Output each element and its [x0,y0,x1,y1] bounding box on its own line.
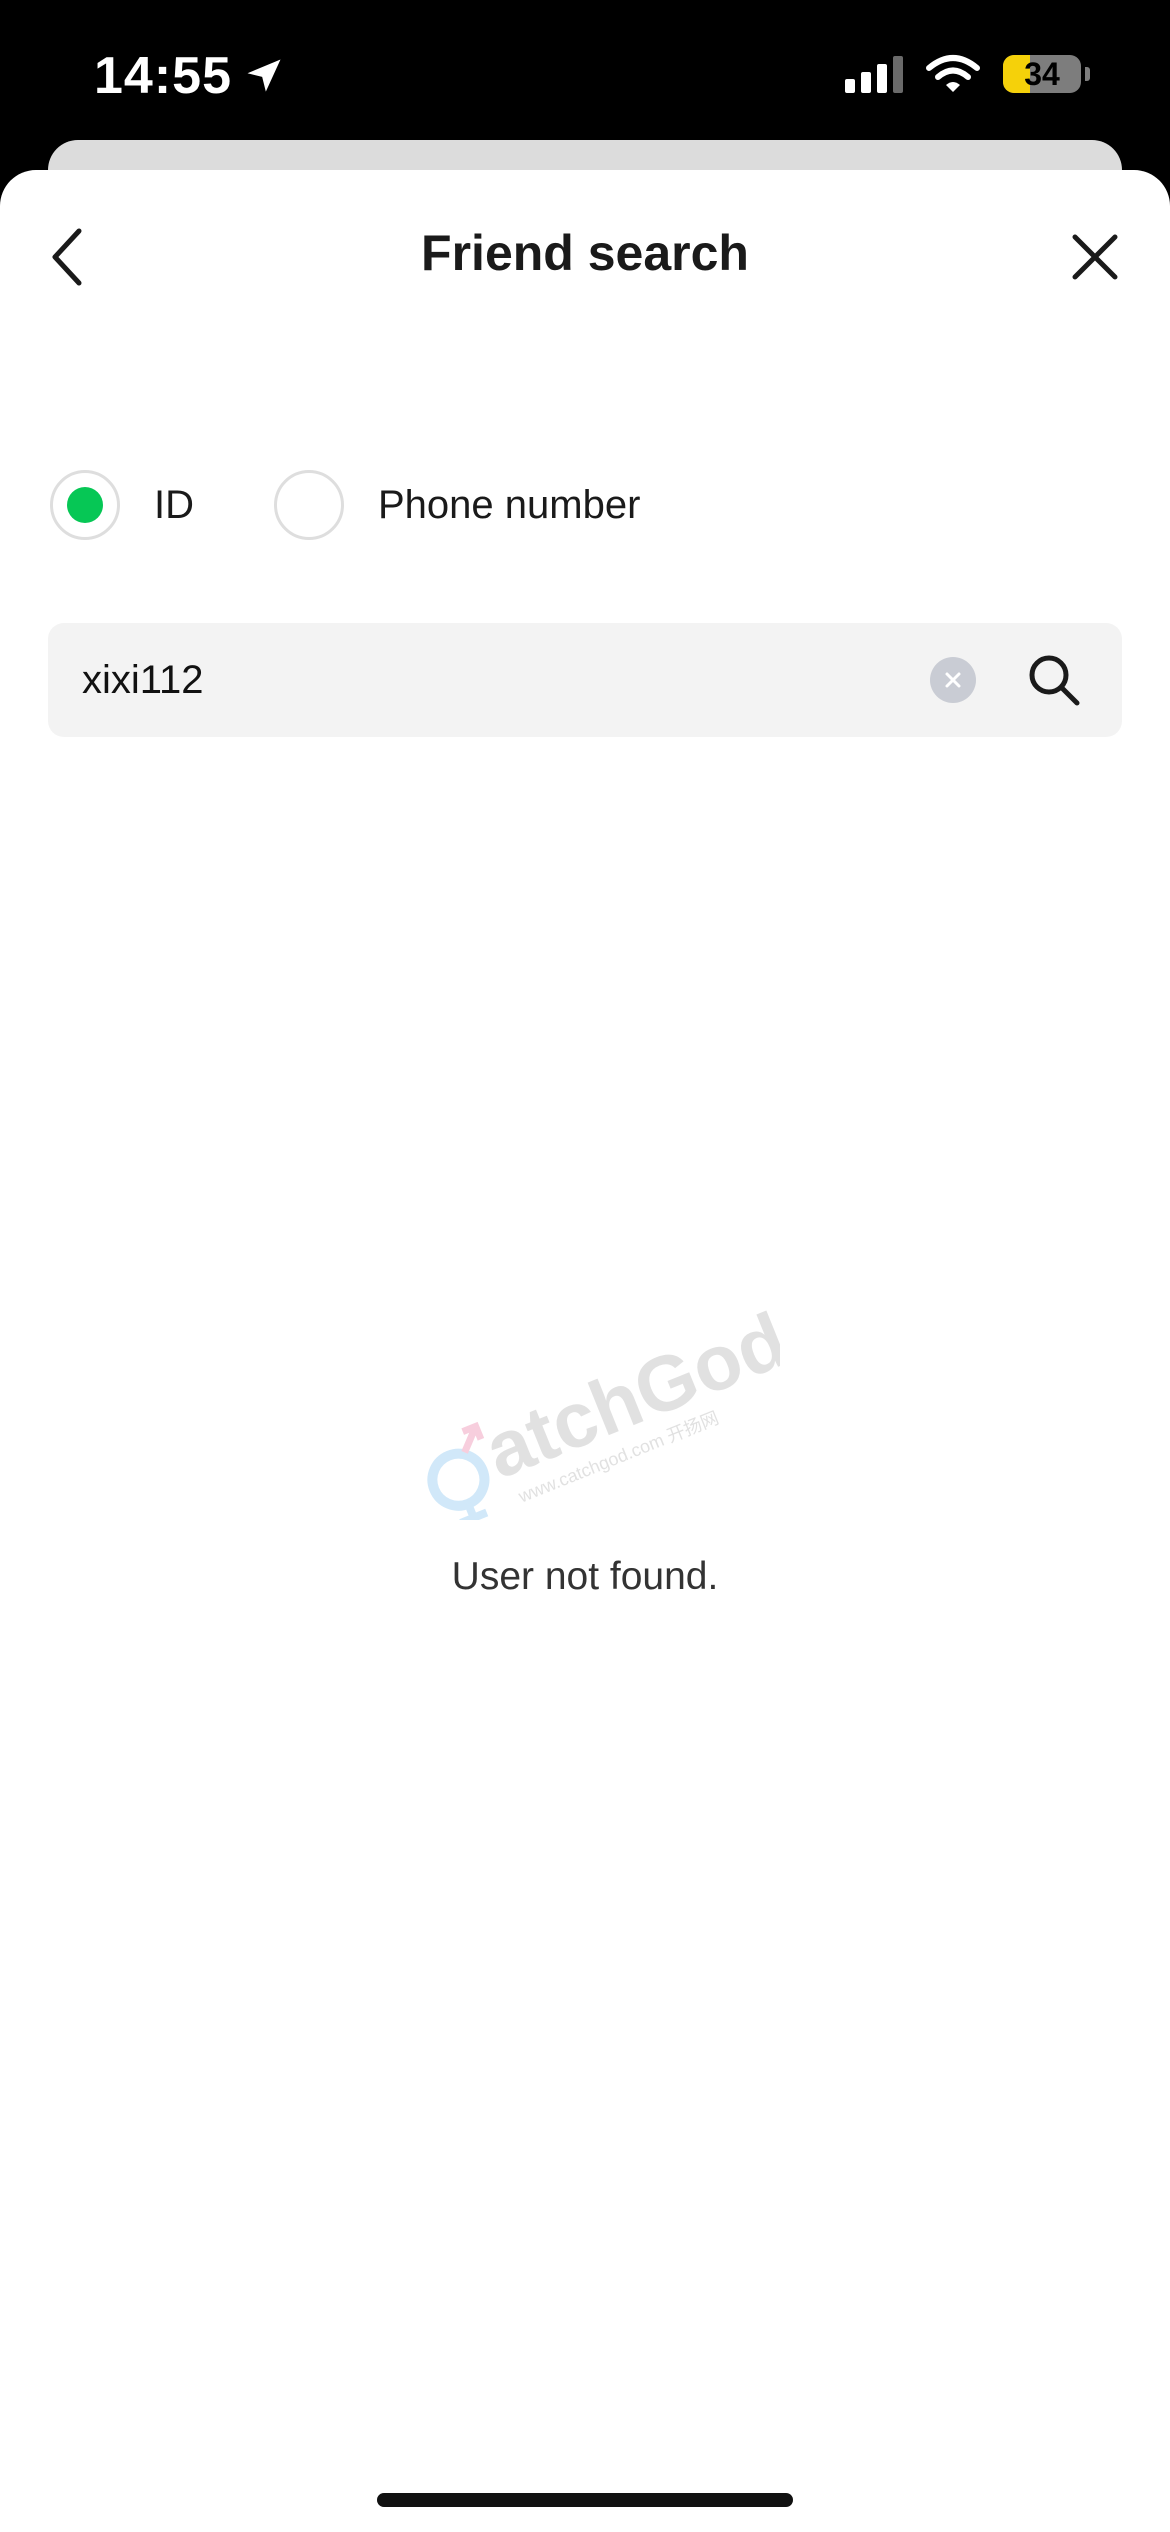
status-time-text: 14:55 [94,47,232,105]
status-icons: 34 [845,54,1090,94]
battery-icon: 34 [1003,55,1081,93]
radio-option-id[interactable]: ID [50,470,194,540]
close-button[interactable] [1060,222,1130,292]
watermark-logo: atchGod www.catchgod.com 开扬网 [427,1295,780,1520]
radio-selected-dot [67,487,103,523]
svg-text:atchGod: atchGod [473,1295,780,1495]
status-bar: 14:55 34 [0,0,1170,150]
cellular-signal-icon [845,55,903,93]
radio-button-id[interactable] [50,470,120,540]
clear-icon [945,672,961,688]
clear-button[interactable] [930,657,976,703]
battery-tip [1085,67,1090,81]
search-type-radio-group: ID Phone number [50,470,640,540]
empty-result-message: User not found. [451,1555,719,1598]
search-icon [1029,655,1080,706]
search-button[interactable] [1024,650,1084,710]
status-time: 14:55 [94,46,286,106]
search-input[interactable] [48,622,930,738]
header: Friend search [0,170,1170,340]
home-indicator[interactable] [377,2493,793,2507]
radio-label-phone-number: Phone number [378,482,641,527]
screen: 14:55 34 Friend search ID Phone number x… [0,0,1170,2532]
location-arrow-icon [247,59,281,92]
radio-button-phone-number[interactable] [274,470,344,540]
battery-level: 34 [1024,55,1060,92]
page-title: Friend search [421,225,749,281]
friend-search-sheet: Friend search ID Phone number xixi112 at… [0,170,1170,2532]
radio-option-phone-number[interactable]: Phone number [274,470,640,540]
close-icon [1072,234,1118,280]
wifi-icon [926,55,980,92]
search-box [48,622,1122,738]
radio-label-id: ID [154,482,194,527]
